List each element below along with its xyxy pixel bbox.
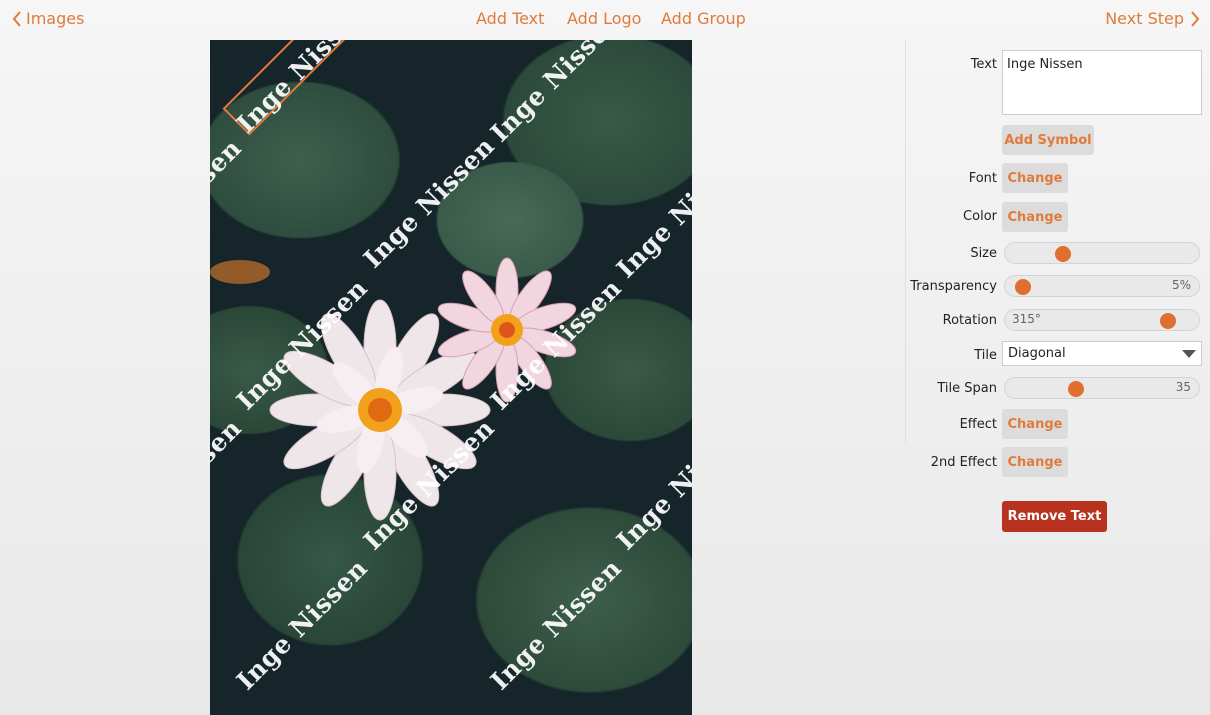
chevron-left-icon (12, 10, 22, 27)
tile-span-slider[interactable]: 35 (1004, 377, 1200, 399)
back-label: Images (26, 9, 85, 28)
transparency-value: 5% (1171, 278, 1191, 292)
rotation-slider[interactable]: 315° (1004, 309, 1200, 331)
rotation-label: Rotation (942, 313, 997, 328)
effect-label: Effect (959, 417, 997, 432)
size-slider[interactable] (1004, 242, 1200, 264)
effect-change-button[interactable]: Change (1002, 409, 1068, 439)
tile-label: Tile (974, 348, 997, 363)
size-slider-knob[interactable] (1055, 246, 1071, 262)
color-change-button[interactable]: Change (1002, 202, 1068, 232)
tile-span-label: Tile Span (937, 381, 997, 396)
watermark-text-input[interactable]: Inge Nissen (1002, 50, 1202, 115)
add-text-link[interactable]: Add Text (476, 9, 544, 28)
next-step-link[interactable]: Next Step (1105, 9, 1200, 28)
second-effect-change-button[interactable]: Change (1002, 447, 1068, 477)
second-effect-label: 2nd Effect (930, 455, 997, 470)
tile-selected-value: Diagonal (1008, 346, 1066, 361)
rotation-slider-knob[interactable] (1160, 313, 1176, 329)
color-label: Color (963, 209, 997, 224)
remove-text-button[interactable]: Remove Text (1002, 501, 1107, 532)
size-label: Size (970, 246, 997, 261)
triangle-down-icon (1182, 350, 1196, 358)
font-label: Font (968, 171, 997, 186)
tile-select[interactable]: Diagonal (1002, 341, 1202, 366)
chevron-right-icon (1190, 10, 1200, 27)
transparency-label: Transparency (910, 279, 997, 294)
transparency-slider-knob[interactable] (1015, 279, 1031, 295)
add-logo-link[interactable]: Add Logo (567, 9, 641, 28)
image-canvas[interactable]: Inge Nissen Inge Nissen Inge Nissen Inge… (210, 40, 692, 715)
back-to-images-link[interactable]: Images (12, 9, 84, 28)
next-label: Next Step (1105, 9, 1184, 28)
add-symbol-button[interactable]: Add Symbol (1002, 125, 1094, 155)
top-bar: Images Add Text Add Logo Add Group Next … (0, 0, 1210, 40)
tile-span-slider-knob[interactable] (1068, 381, 1084, 397)
font-change-button[interactable]: Change (1002, 163, 1068, 193)
tile-span-value: 35 (1175, 380, 1191, 394)
rotation-value: 315° (1012, 312, 1041, 326)
add-group-link[interactable]: Add Group (661, 9, 746, 28)
text-label: Text (970, 57, 997, 72)
transparency-slider[interactable]: 5% (1004, 275, 1200, 297)
